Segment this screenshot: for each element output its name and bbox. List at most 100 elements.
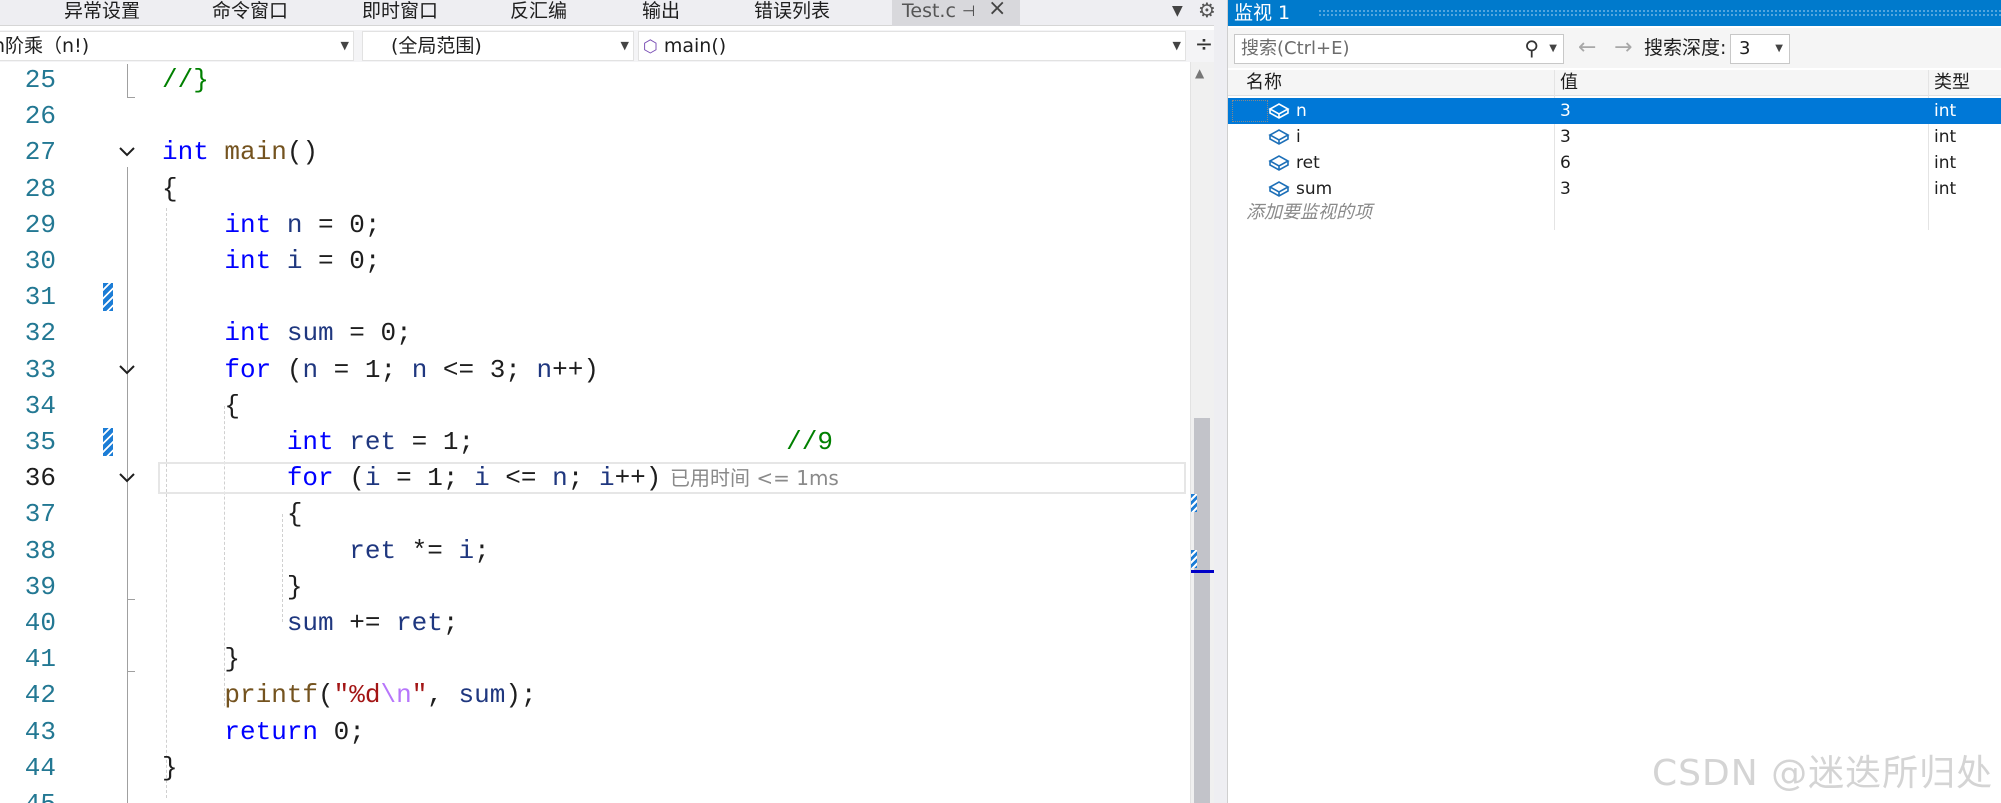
watch-cell-value[interactable]: 6 bbox=[1560, 150, 1571, 176]
code-text[interactable]: int i = 0; bbox=[162, 243, 380, 279]
add-watch-item[interactable]: 添加要监视的项 bbox=[1246, 200, 1372, 226]
watch-search-input[interactable]: 搜索(Ctrl+E) ⚲ ▼ bbox=[1234, 34, 1564, 64]
watch-row[interactable]: i 3 int bbox=[1228, 124, 2001, 150]
watch-cell-type[interactable]: int bbox=[1934, 124, 1956, 150]
pin-icon[interactable]: ⊣ bbox=[962, 0, 975, 22]
code-text[interactable]: int ret = 1; //9 bbox=[162, 424, 833, 460]
tab-output[interactable]: 输出 bbox=[642, 0, 680, 26]
watch-row[interactable]: sum 3 int bbox=[1228, 176, 2001, 202]
code-text[interactable]: { bbox=[162, 496, 303, 532]
watch-cell-value[interactable]: 3 bbox=[1560, 98, 1571, 124]
code-text[interactable]: int n = 0; bbox=[162, 207, 380, 243]
forward-arrow-icon[interactable]: → bbox=[1614, 34, 1632, 62]
collapse-chevron-icon[interactable] bbox=[118, 469, 136, 487]
code-line[interactable]: 28 { bbox=[0, 171, 1190, 207]
collapse-chevron-icon[interactable] bbox=[118, 143, 136, 161]
watch-cell-name[interactable]: sum bbox=[1296, 176, 1332, 202]
code-line[interactable]: 38 ret *= i; bbox=[0, 533, 1190, 569]
watch-title-bar[interactable]: 监视 1 bbox=[1228, 0, 2001, 26]
code-text[interactable]: return 0; bbox=[162, 714, 364, 750]
code-line[interactable]: 31 bbox=[0, 279, 1190, 315]
code-line[interactable]: 40 sum += ret; bbox=[0, 605, 1190, 641]
code-text[interactable]: int main() bbox=[162, 134, 318, 170]
code-token: i bbox=[286, 246, 303, 276]
code-token: , bbox=[427, 680, 459, 711]
tab-overflow-dropdown-icon[interactable]: ▼ bbox=[1172, 0, 1183, 22]
code-line[interactable]: 32 int sum = 0; bbox=[0, 315, 1190, 351]
column-header-value[interactable]: 值 bbox=[1560, 70, 1578, 96]
tab-command-window[interactable]: 命令窗口 bbox=[212, 0, 288, 26]
code-line[interactable]: 39 } bbox=[0, 569, 1190, 605]
watch-cell-value[interactable]: 3 bbox=[1560, 124, 1571, 150]
pane-splitter[interactable] bbox=[1214, 0, 1228, 803]
code-text[interactable]: int sum = 0; bbox=[162, 315, 411, 351]
chevron-down-icon[interactable]: ▼ bbox=[1549, 35, 1557, 63]
column-header-type[interactable]: 类型 bbox=[1934, 70, 1970, 96]
watch-cell-type[interactable]: int bbox=[1934, 150, 1956, 176]
scrollbar-thumb[interactable] bbox=[1194, 418, 1210, 803]
watch-cell-name[interactable]: i bbox=[1296, 124, 1301, 150]
code-token: = 0; bbox=[302, 246, 381, 276]
tab-disassembly[interactable]: 反汇编 bbox=[510, 0, 567, 26]
watch-cell-name[interactable]: ret bbox=[1296, 150, 1320, 176]
code-token: i bbox=[364, 463, 381, 494]
search-depth-select[interactable]: 3 ▼ bbox=[1730, 34, 1790, 64]
code-text[interactable]: for (n = 1; n <= 3; n++) bbox=[162, 352, 599, 388]
code-line[interactable]: 34 { bbox=[0, 388, 1190, 424]
search-icon[interactable]: ⚲ bbox=[1524, 34, 1539, 62]
code-line[interactable]: 29 int n = 0; bbox=[0, 207, 1190, 243]
code-line[interactable]: 30 int i = 0; bbox=[0, 243, 1190, 279]
column-header-name[interactable]: 名称 bbox=[1246, 70, 1282, 96]
code-text[interactable]: ret *= i; bbox=[162, 533, 489, 569]
code-token: <= 3; bbox=[427, 354, 537, 385]
code-text[interactable]: { bbox=[162, 171, 178, 207]
perf-tip-elapsed-time[interactable]: 已用时间 <= 1ms bbox=[670, 460, 839, 496]
variable-icon bbox=[1268, 102, 1290, 120]
search-depth-label: 搜索深度: bbox=[1644, 37, 1727, 59]
code-text[interactable]: sum += ret; bbox=[162, 605, 459, 641]
code-line[interactable]: 25 //} bbox=[0, 64, 1190, 98]
code-text[interactable]: for (i = 1; i <= n; i++) bbox=[162, 460, 662, 496]
code-text[interactable]: //} bbox=[162, 64, 209, 98]
code-token: ret bbox=[396, 608, 443, 638]
code-text[interactable]: { bbox=[162, 388, 240, 424]
scroll-up-icon[interactable]: ▲ bbox=[1195, 66, 1204, 80]
code-line[interactable]: 35 int ret = 1; //9 bbox=[0, 424, 1190, 460]
tab-error-list[interactable]: 错误列表 bbox=[754, 0, 830, 26]
code-line[interactable]: 42 printf("%d\n", sum); bbox=[0, 677, 1190, 713]
scope-combo[interactable]: (全局范围) ▼ bbox=[362, 31, 634, 61]
tab-exception-settings[interactable]: 异常设置 bbox=[64, 0, 140, 26]
code-line[interactable]: 27 int main() bbox=[0, 134, 1190, 170]
code-line[interactable]: 41 } bbox=[0, 641, 1190, 677]
code-line[interactable]: 44} bbox=[0, 750, 1190, 786]
project-combo[interactable]: n阶乘（n!) ▼ bbox=[0, 31, 354, 61]
code-token: { bbox=[162, 390, 241, 421]
close-icon[interactable]: × bbox=[988, 0, 1006, 20]
watch-cell-type[interactable]: int bbox=[1934, 176, 1956, 202]
tab-test-c[interactable]: Test.c ⊣ × bbox=[892, 0, 1020, 26]
watch-row[interactable]: n 3 int bbox=[1228, 98, 2001, 124]
variable-icon bbox=[1268, 154, 1290, 172]
code-text[interactable]: } bbox=[162, 641, 240, 677]
code-line[interactable]: 26 bbox=[0, 98, 1190, 134]
editor-vertical-scrollbar[interactable]: ▲ bbox=[1190, 62, 1215, 803]
code-line[interactable]: 33 for (n = 1; n <= 3; n++) bbox=[0, 352, 1190, 388]
code-line[interactable]: 43 return 0; bbox=[0, 714, 1190, 750]
back-arrow-icon[interactable]: ← bbox=[1578, 34, 1596, 62]
watch-row[interactable]: ret 6 int bbox=[1228, 150, 2001, 176]
collapse-chevron-icon[interactable] bbox=[118, 361, 136, 379]
tab-immediate-window[interactable]: 即时窗口 bbox=[362, 0, 438, 26]
watch-cell-name[interactable]: n bbox=[1296, 98, 1307, 124]
watch-cell-value[interactable]: 3 bbox=[1560, 176, 1571, 202]
member-combo[interactable]: ⬡ main() ▼ bbox=[638, 31, 1186, 61]
code-line[interactable]: 36 for (i = 1; i <= n; i++) 已用时间 <= 1ms bbox=[0, 460, 1190, 496]
code-text[interactable]: } bbox=[162, 569, 303, 605]
code-line[interactable]: 45 bbox=[0, 786, 1190, 803]
document-tab-strip: 异常设置 命令窗口 即时窗口 反汇编 输出 错误列表 Test.c ⊣ × ▼ … bbox=[0, 0, 1228, 26]
code-line[interactable]: 37 { bbox=[0, 496, 1190, 532]
watch-cell-type[interactable]: int bbox=[1934, 98, 1956, 124]
code-editor[interactable]: 25//} 26 27 int main() 28{29 int n = 0; 30 in… bbox=[0, 64, 1190, 803]
code-text[interactable]: printf("%d\n", sum); bbox=[162, 677, 536, 713]
code-text[interactable]: } bbox=[162, 750, 178, 786]
